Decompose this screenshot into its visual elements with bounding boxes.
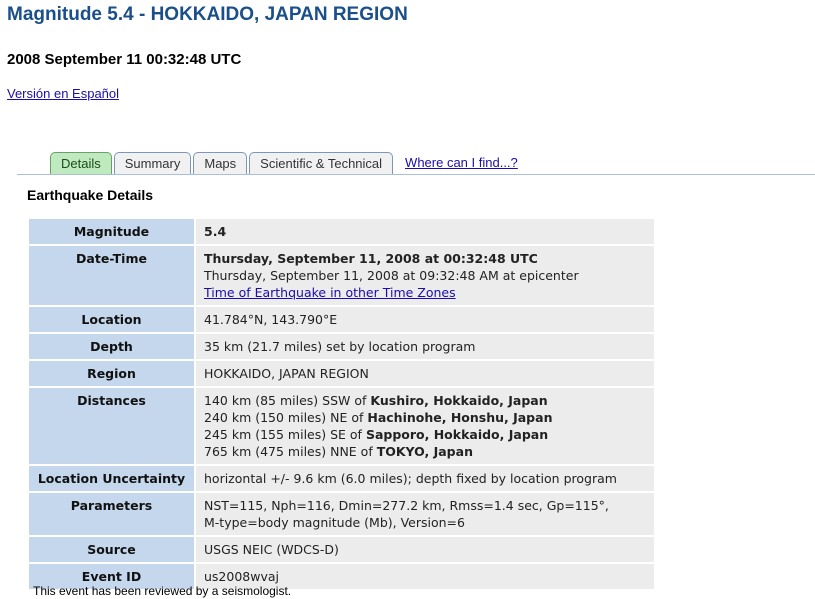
page-title: Magnitude 5.4 - HOKKAIDO, JAPAN REGION bbox=[7, 4, 408, 25]
row-label-location: Location bbox=[29, 307, 194, 332]
distance-line: 240 km (150 miles) NE of Hachinohe, Hons… bbox=[204, 409, 646, 426]
tab-bar: Details Summary Maps Scientific & Techni… bbox=[50, 150, 518, 174]
distance-place: TOKYO, Japan bbox=[376, 444, 473, 459]
distances-cell: 140 km (85 miles) SSW of Kushiro, Hokkai… bbox=[196, 388, 654, 464]
row-label-region: Region bbox=[29, 361, 194, 386]
tab-divider bbox=[17, 174, 815, 175]
distance-place: Kushiro, Hokkaido, Japan bbox=[370, 393, 548, 408]
row-label-parameters: Parameters bbox=[29, 493, 194, 535]
distance-text: 245 km (155 miles) SE of bbox=[204, 427, 366, 442]
row-label-datetime: Date-Time bbox=[29, 246, 194, 305]
tab-maps[interactable]: Maps bbox=[193, 152, 248, 174]
review-note: This event has been reviewed by a seismo… bbox=[33, 584, 292, 598]
spanish-version-link[interactable]: Versión en Español bbox=[7, 86, 119, 101]
parameters-line-2: M-type=body magnitude (Mb), Version=6 bbox=[204, 515, 465, 530]
datetime-cell: Thursday, September 11, 2008 at 00:32:48… bbox=[196, 246, 654, 305]
table-row: Distances 140 km (85 miles) SSW of Kushi… bbox=[29, 388, 654, 464]
row-label-distances: Distances bbox=[29, 388, 194, 464]
datetime-utc: Thursday, September 11, 2008 at 00:32:48… bbox=[204, 251, 538, 266]
parameters-cell: NST=115, Nph=116, Dmin=277.2 km, Rmss=1.… bbox=[196, 493, 654, 535]
depth-value: 35 km (21.7 miles) set by location progr… bbox=[196, 334, 654, 359]
earthquake-details-table: Magnitude 5.4 Date-Time Thursday, Septem… bbox=[27, 217, 656, 591]
distance-place: Hachinohe, Honshu, Japan bbox=[367, 410, 553, 425]
where-can-i-find-link[interactable]: Where can I find...? bbox=[405, 152, 518, 174]
tab-scientific-technical[interactable]: Scientific & Technical bbox=[249, 152, 394, 174]
table-row: Source USGS NEIC (WDCS-D) bbox=[29, 537, 654, 562]
datetime-local: Thursday, September 11, 2008 at 09:32:48… bbox=[204, 268, 579, 283]
table-row: Location Uncertainty horizontal +/- 9.6 … bbox=[29, 466, 654, 491]
row-label-magnitude: Magnitude bbox=[29, 219, 194, 244]
row-label-source: Source bbox=[29, 537, 194, 562]
section-title: Earthquake Details bbox=[27, 187, 154, 203]
distance-text: 240 km (150 miles) NE of bbox=[204, 410, 368, 425]
time-zones-link[interactable]: Time of Earthquake in other Time Zones bbox=[204, 285, 456, 300]
event-datetime: 2008 September 11 00:32:48 UTC bbox=[7, 51, 242, 68]
distance-line: 140 km (85 miles) SSW of Kushiro, Hokkai… bbox=[204, 392, 646, 409]
distance-text: 765 km (475 miles) NNE of bbox=[204, 444, 377, 459]
source-value: USGS NEIC (WDCS-D) bbox=[196, 537, 654, 562]
table-row: Region HOKKAIDO, JAPAN REGION bbox=[29, 361, 654, 386]
distance-line: 245 km (155 miles) SE of Sapporo, Hokkai… bbox=[204, 426, 646, 443]
table-row: Location 41.784°N, 143.790°E bbox=[29, 307, 654, 332]
magnitude-value: 5.4 bbox=[196, 219, 654, 244]
location-value: 41.784°N, 143.790°E bbox=[196, 307, 654, 332]
table-row: Parameters NST=115, Nph=116, Dmin=277.2 … bbox=[29, 493, 654, 535]
distance-line: 765 km (475 miles) NNE of TOKYO, Japan bbox=[204, 443, 646, 460]
table-row: Date-Time Thursday, September 11, 2008 a… bbox=[29, 246, 654, 305]
table-row: Magnitude 5.4 bbox=[29, 219, 654, 244]
uncertainty-value: horizontal +/- 9.6 km (6.0 miles); depth… bbox=[196, 466, 654, 491]
row-label-depth: Depth bbox=[29, 334, 194, 359]
parameters-line-1: NST=115, Nph=116, Dmin=277.2 km, Rmss=1.… bbox=[204, 498, 609, 513]
row-label-uncertainty: Location Uncertainty bbox=[29, 466, 194, 491]
region-value: HOKKAIDO, JAPAN REGION bbox=[196, 361, 654, 386]
tab-summary[interactable]: Summary bbox=[113, 152, 192, 174]
table-row: Depth 35 km (21.7 miles) set by location… bbox=[29, 334, 654, 359]
tab-details[interactable]: Details bbox=[50, 152, 112, 174]
distance-place: Sapporo, Hokkaido, Japan bbox=[365, 427, 549, 442]
distance-text: 140 km (85 miles) SSW of bbox=[204, 393, 371, 408]
